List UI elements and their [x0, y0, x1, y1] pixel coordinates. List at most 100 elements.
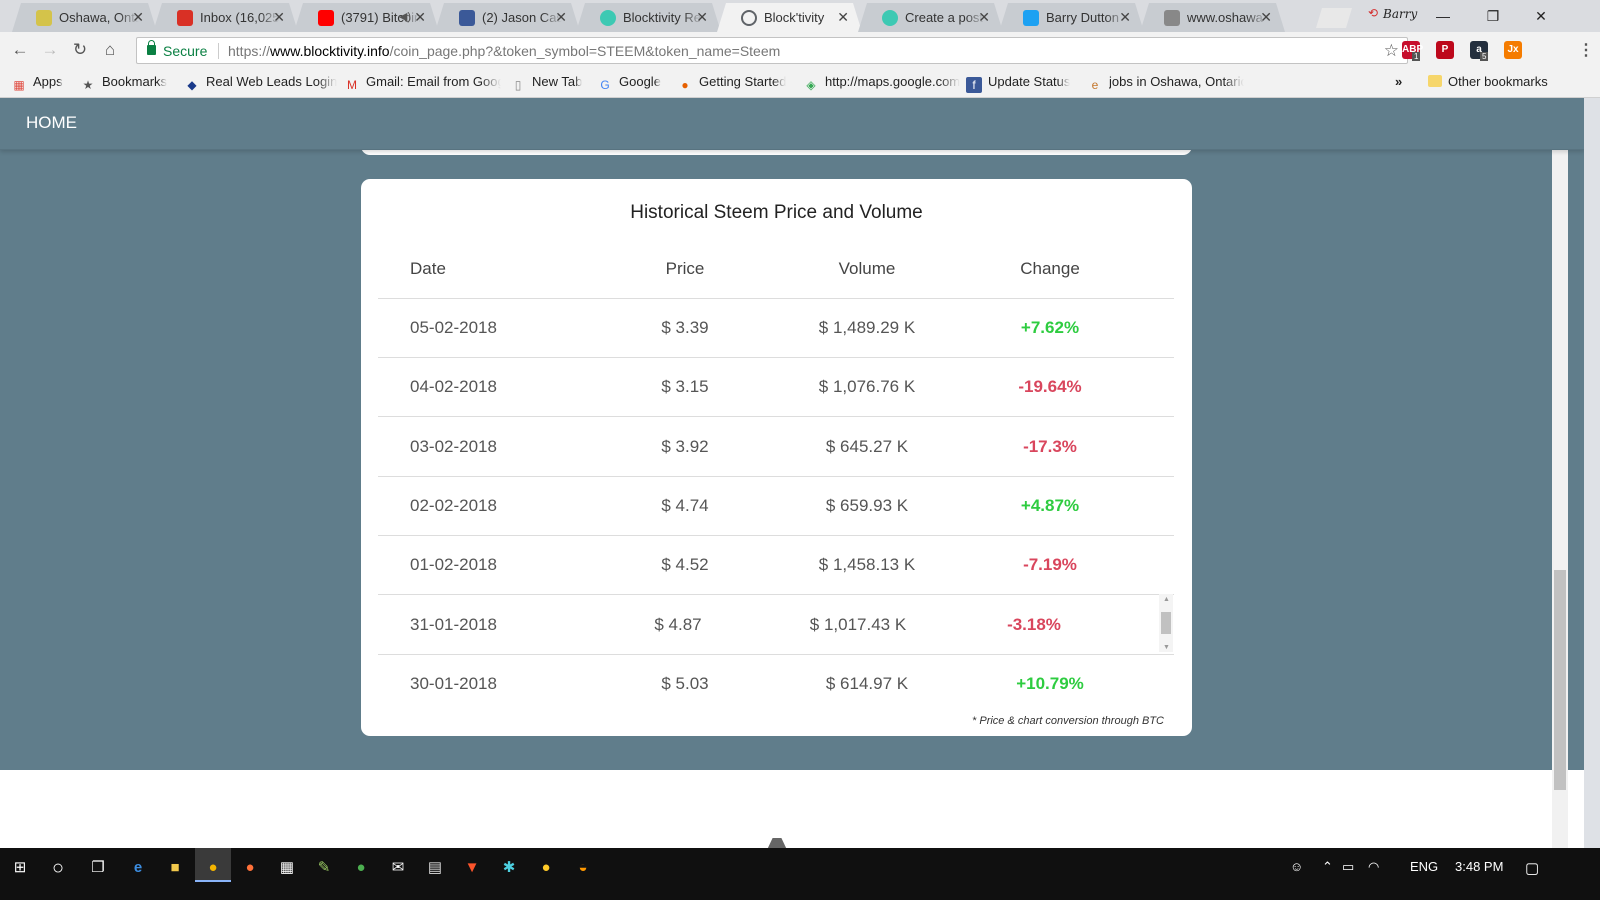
- task-view-icon[interactable]: ❐: [87, 857, 109, 879]
- scroll-up-icon[interactable]: ▲: [1163, 596, 1170, 603]
- app-icon[interactable]: ▦: [276, 857, 298, 879]
- bookmark-item[interactable]: e jobs in Oshawa, Ontario: [1087, 74, 1244, 92]
- forward-button[interactable]: →: [38, 39, 62, 61]
- other-bookmarks[interactable]: Other bookmarks: [1428, 74, 1548, 92]
- cortana-icon[interactable]: ○: [47, 857, 69, 879]
- page-scrollbar[interactable]: ▲ ▼: [1552, 98, 1568, 865]
- app-icon[interactable]: ◒: [572, 857, 594, 879]
- loading-icon: [741, 10, 757, 26]
- bookmark-item[interactable]: ● Getting Started: [677, 74, 786, 92]
- close-tab-icon[interactable]: ✕: [978, 9, 990, 26]
- close-tab-icon[interactable]: ✕: [837, 9, 849, 26]
- people-icon[interactable]: ☺: [1290, 859, 1303, 874]
- minimize-button[interactable]: —: [1420, 4, 1466, 28]
- divider: [218, 43, 219, 59]
- battery-icon[interactable]: ▭: [1342, 859, 1354, 875]
- close-window-button[interactable]: ✕: [1518, 4, 1564, 28]
- facebook-icon: f: [966, 77, 982, 93]
- brave-icon[interactable]: ▼: [461, 857, 483, 879]
- price-history-card: Historical Steem Price and Volume Date P…: [361, 179, 1192, 736]
- firefox-icon[interactable]: ●: [239, 857, 261, 879]
- globe-icon[interactable]: ●: [350, 857, 372, 879]
- scroll-thumb[interactable]: [1554, 570, 1566, 790]
- date-header: Date: [410, 259, 446, 278]
- bookmark-item[interactable]: f Update Status: [966, 74, 1070, 93]
- chrome-menu-icon[interactable]: ⋮: [1578, 40, 1594, 60]
- close-tab-icon[interactable]: ✕: [132, 9, 144, 26]
- bookmark-item[interactable]: M Gmail: Email from Google: [344, 74, 501, 92]
- chrome-canary-icon[interactable]: ●: [535, 857, 557, 879]
- browser-tab[interactable]: Blocktivity Re ✕: [576, 3, 721, 32]
- close-tab-icon[interactable]: ✕: [1119, 9, 1131, 26]
- browser-tab[interactable]: Barry Dutton ✕: [999, 3, 1144, 32]
- home-button[interactable]: ⌂: [98, 39, 122, 61]
- close-tab-icon[interactable]: ✕: [696, 9, 708, 26]
- close-tab-icon[interactable]: ✕: [273, 9, 285, 26]
- notifications-icon[interactable]: ▢: [1525, 859, 1539, 877]
- tray-expand-icon[interactable]: ⌃: [1322, 859, 1333, 875]
- table-scrollbar[interactable]: ▲ ▼: [1159, 594, 1173, 652]
- browser-tab[interactable]: www.oshawa ✕: [1140, 3, 1285, 32]
- scroll-down-icon[interactable]: ▼: [1163, 644, 1170, 651]
- back-button[interactable]: ←: [8, 39, 32, 61]
- scroll-thumb[interactable]: [1161, 612, 1171, 634]
- browser-tab[interactable]: Create a post ✕: [858, 3, 1003, 32]
- bookmark-star-icon[interactable]: ☆: [1384, 41, 1399, 61]
- browser-toolbar: ← → ↻ ⌂ Secure https://www.blocktivity.i…: [0, 32, 1600, 68]
- ie-icon: e: [1091, 78, 1099, 92]
- new-tab-button[interactable]: [1316, 8, 1352, 28]
- bookmark-item[interactable]: ★ Bookmarks: [80, 74, 167, 92]
- pinterest-icon[interactable]: P: [1436, 41, 1454, 59]
- footnote: * Price & chart conversion through BTC: [972, 715, 1164, 727]
- facebook-icon: [459, 10, 475, 26]
- table-row: 01-02-2018 $ 4.52 $ 1,458.13 K -7.19%: [378, 536, 1174, 596]
- apps-grid-icon: ▦: [13, 78, 25, 92]
- star-icon: ★: [82, 78, 94, 92]
- close-tab-icon[interactable]: ✕: [414, 9, 426, 26]
- close-tab-icon[interactable]: ✕: [1260, 9, 1272, 26]
- close-tab-icon[interactable]: ✕: [555, 9, 567, 26]
- bookmark-item[interactable]: ◈ http://maps.google.com: [803, 74, 960, 92]
- table-row: 03-02-2018 $ 3.92 $ 645.27 K -17.3%: [378, 418, 1174, 477]
- app-icon[interactable]: ✱: [498, 857, 520, 879]
- bookmark-item[interactable]: ▦ Apps: [11, 74, 62, 92]
- bookmark-item[interactable]: ◆ Real Web Leads Login: [184, 74, 337, 92]
- date-cell: 30-01-2018: [410, 673, 497, 693]
- bookmarks-overflow-button[interactable]: »: [1395, 74, 1402, 92]
- page-icon: ▯: [514, 78, 522, 92]
- paint-icon[interactable]: ✎: [313, 857, 335, 879]
- chrome-icon[interactable]: ●: [202, 857, 224, 879]
- date-cell: 02-02-2018: [410, 495, 497, 515]
- language-indicator[interactable]: ENG: [1410, 859, 1438, 874]
- calculator-icon[interactable]: ▤: [424, 857, 446, 879]
- firefox-icon: ●: [681, 78, 689, 92]
- browser-tab[interactable]: Oshawa, Ontario✕: [12, 3, 157, 32]
- table-header: Date Price Volume Change: [378, 240, 1174, 299]
- home-link[interactable]: HOME: [26, 113, 77, 133]
- browser-tab[interactable]: (3791) Bitcoin ◀) ✕: [294, 3, 439, 32]
- realweb-icon: ◆: [187, 78, 197, 92]
- browser-tab[interactable]: Block'tivity ✕: [717, 3, 862, 32]
- tab-strip: Oshawa, Ontario✕Inbox (16,025✕(3791) Bit…: [0, 0, 1600, 32]
- bookmark-item[interactable]: ▯ New Tab: [510, 74, 583, 92]
- audio-icon[interactable]: ◀): [399, 10, 411, 23]
- bookmark-item[interactable]: G Google: [597, 74, 661, 92]
- windows-start-icon[interactable]: ⊞: [9, 857, 31, 879]
- url-text[interactable]: https://www.blocktivity.info/coin_page.p…: [228, 43, 780, 59]
- site-nav: HOME: [0, 98, 1584, 150]
- mail-icon[interactable]: ✉: [387, 857, 409, 879]
- profile-icon[interactable]: ⟲: [1368, 6, 1378, 20]
- profile-name[interactable]: Barry: [1383, 7, 1417, 21]
- reload-button[interactable]: ↻: [68, 39, 92, 61]
- browser-tab[interactable]: (2) Jason Cas ✕: [435, 3, 580, 32]
- browser-tab[interactable]: Inbox (16,025 ✕: [153, 3, 298, 32]
- wifi-icon[interactable]: ◠: [1368, 859, 1379, 875]
- jx-icon[interactable]: Jx: [1504, 41, 1522, 59]
- card-title: Historical Steem Price and Volume: [630, 202, 923, 223]
- file-explorer-icon[interactable]: ■: [164, 857, 186, 879]
- edge-icon[interactable]: e: [127, 857, 149, 879]
- restore-button[interactable]: ❐: [1470, 4, 1516, 28]
- clock[interactable]: 3:48 PM: [1455, 859, 1503, 874]
- address-bar[interactable]: Secure https://www.blocktivity.info/coin…: [136, 37, 1408, 64]
- gmail-icon: [177, 10, 193, 26]
